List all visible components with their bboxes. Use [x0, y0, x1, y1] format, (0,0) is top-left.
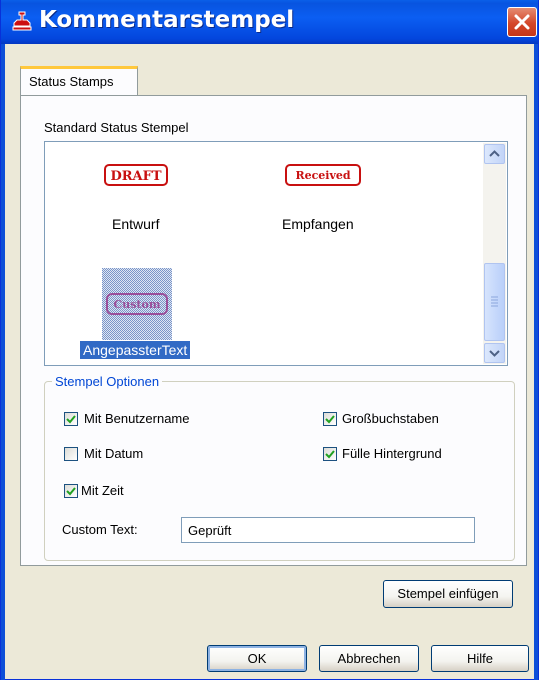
- vertical-scrollbar[interactable]: [483, 143, 506, 364]
- received-stamp-graphic: Received: [285, 164, 361, 186]
- received-stamp-text: Received: [295, 169, 350, 182]
- checkmark-icon: [66, 487, 76, 496]
- stamp-options-legend: Stempel Optionen: [52, 374, 163, 389]
- stamp-icon: [12, 11, 32, 31]
- checkmark-icon: [66, 415, 76, 424]
- window-frame-right: [534, 44, 538, 680]
- insert-stamp-button[interactable]: Stempel einfügen: [383, 580, 513, 608]
- title-bar[interactable]: Kommentarstempel: [1, 0, 538, 44]
- scroll-up-button[interactable]: [484, 144, 505, 164]
- checkbox-with-date[interactable]: [64, 447, 78, 461]
- grip-icon: [491, 296, 498, 307]
- tab-status-stamps[interactable]: Status Stamps: [20, 66, 138, 96]
- help-button[interactable]: Hilfe: [431, 645, 529, 672]
- custom-text-label: Custom Text:: [62, 522, 138, 537]
- checkbox-with-username[interactable]: [64, 412, 78, 426]
- chevron-down-icon: [489, 350, 500, 357]
- custom-text-input[interactable]: [181, 517, 475, 543]
- ok-button[interactable]: OK: [207, 645, 307, 672]
- checkbox-with-time[interactable]: [64, 484, 78, 498]
- label-with-time: Mit Zeit: [81, 483, 124, 498]
- label-fill-background: Fülle Hintergrund: [342, 446, 442, 461]
- stamp-label-received: Empfangen: [282, 216, 354, 232]
- dialog-window: Kommentarstempel Status Stamps Standard …: [0, 0, 539, 680]
- stamp-label-draft: Entwurf: [112, 216, 160, 232]
- checkmark-icon: [325, 415, 335, 424]
- label-uppercase: Großbuchstaben: [342, 411, 439, 426]
- label-with-username: Mit Benutzername: [84, 411, 190, 426]
- custom-stamp-text: Custom: [113, 298, 160, 311]
- stamp-list[interactable]: DRAFT Entwurf Received Empfangen Custom …: [44, 141, 508, 366]
- close-button[interactable]: [507, 7, 537, 37]
- checkbox-uppercase[interactable]: [323, 412, 337, 426]
- close-icon: [514, 14, 530, 30]
- checkmark-icon: [325, 450, 335, 459]
- custom-stamp-graphic: Custom: [102, 268, 172, 340]
- window-frame-left: [1, 44, 5, 680]
- window-title: Kommentarstempel: [39, 7, 295, 33]
- stamp-label-custom: AngepassterText: [80, 341, 191, 359]
- scroll-thumb[interactable]: [484, 263, 505, 341]
- chevron-up-icon: [489, 150, 500, 157]
- tab-label: Status Stamps: [29, 74, 114, 89]
- draft-stamp-graphic: DRAFT: [104, 164, 168, 186]
- cancel-button[interactable]: Abbrechen: [319, 645, 419, 672]
- checkbox-fill-background[interactable]: [323, 447, 337, 461]
- scroll-down-button[interactable]: [484, 343, 505, 363]
- draft-stamp-text: DRAFT: [110, 169, 161, 184]
- label-with-date: Mit Datum: [84, 446, 144, 461]
- stamps-section-label: Standard Status Stempel: [44, 120, 189, 135]
